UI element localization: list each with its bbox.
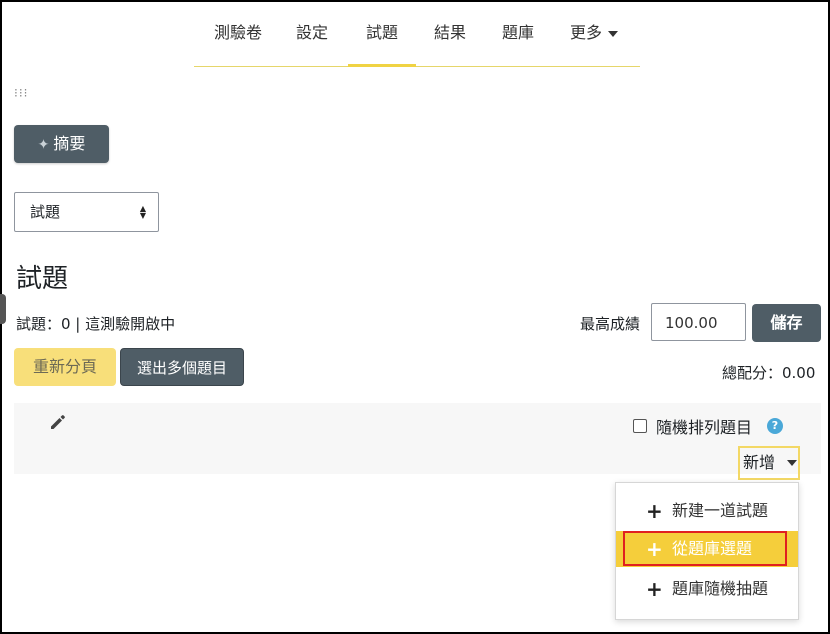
max-grade-label: 最高成績 xyxy=(580,315,641,333)
add-menu-toggle[interactable]: 新增 xyxy=(738,446,800,480)
shuffle-questions-checkbox[interactable] xyxy=(633,419,647,433)
drag-handle-icon: ⁝⁝⁝ xyxy=(14,86,29,100)
drawer-toggle-handle[interactable] xyxy=(0,294,6,324)
menu-item-label: 新建一道試題 xyxy=(672,501,769,520)
repaginate-button[interactable]: 重新分頁 xyxy=(14,348,116,386)
add-dropdown-menu: + 新建一道試題 + 從題庫選題 + 題庫隨機抽題 xyxy=(615,482,799,620)
pencil-icon[interactable] xyxy=(48,412,68,432)
plus-icon: + xyxy=(646,577,663,601)
shuffle-questions-label: 隨機排列題目 xyxy=(656,418,753,437)
summary-button[interactable]: ✦ 摘要 xyxy=(14,125,109,163)
question-icon[interactable]: ? xyxy=(767,418,783,434)
page-select-value: 試題 xyxy=(30,203,61,221)
chevron-down-icon xyxy=(787,460,797,466)
add-menu-label: 新增 xyxy=(743,453,776,472)
nav-more-label: 更多 xyxy=(569,23,602,42)
max-grade-input[interactable]: 100.00 xyxy=(651,303,746,341)
menu-item-random-question[interactable]: + 題庫隨機抽題 xyxy=(616,571,798,607)
page-title: 試題 xyxy=(16,264,69,294)
nav-tab-results[interactable]: 結果 xyxy=(428,0,472,66)
nav-tab-questions[interactable]: 試題 xyxy=(348,0,416,67)
nav-more-menu[interactable]: 更多 xyxy=(566,0,622,66)
select-multiple-button[interactable]: 選出多個題目 xyxy=(120,348,244,386)
select-arrows-icon: ▲ ▼ xyxy=(139,204,146,220)
page-select[interactable]: 試題 ▲ ▼ xyxy=(14,192,159,232)
menu-item-new-question[interactable]: + 新建一道試題 xyxy=(616,493,798,529)
nav-tab-question-bank[interactable]: 題庫 xyxy=(496,0,540,66)
nav-tab-settings[interactable]: 設定 xyxy=(292,0,332,66)
chevron-down-icon xyxy=(608,30,618,37)
secondary-navigation: 測驗卷 設定 試題 結果 題庫 更多 xyxy=(194,0,640,67)
menu-item-label: 題庫隨機抽題 xyxy=(672,579,769,598)
nav-tab-quiz[interactable]: 測驗卷 xyxy=(213,0,263,66)
plus-icon: + xyxy=(646,499,663,523)
save-button[interactable]: 儲存 xyxy=(752,304,821,342)
sparkle-icon: ✦ xyxy=(37,137,50,153)
total-marks: 總配分：0.00 xyxy=(722,364,816,382)
quiz-status-text: 試題：0 | 這測驗開啟中 xyxy=(16,315,176,333)
summary-button-label: 摘要 xyxy=(53,134,86,153)
highlight-box xyxy=(623,531,787,566)
